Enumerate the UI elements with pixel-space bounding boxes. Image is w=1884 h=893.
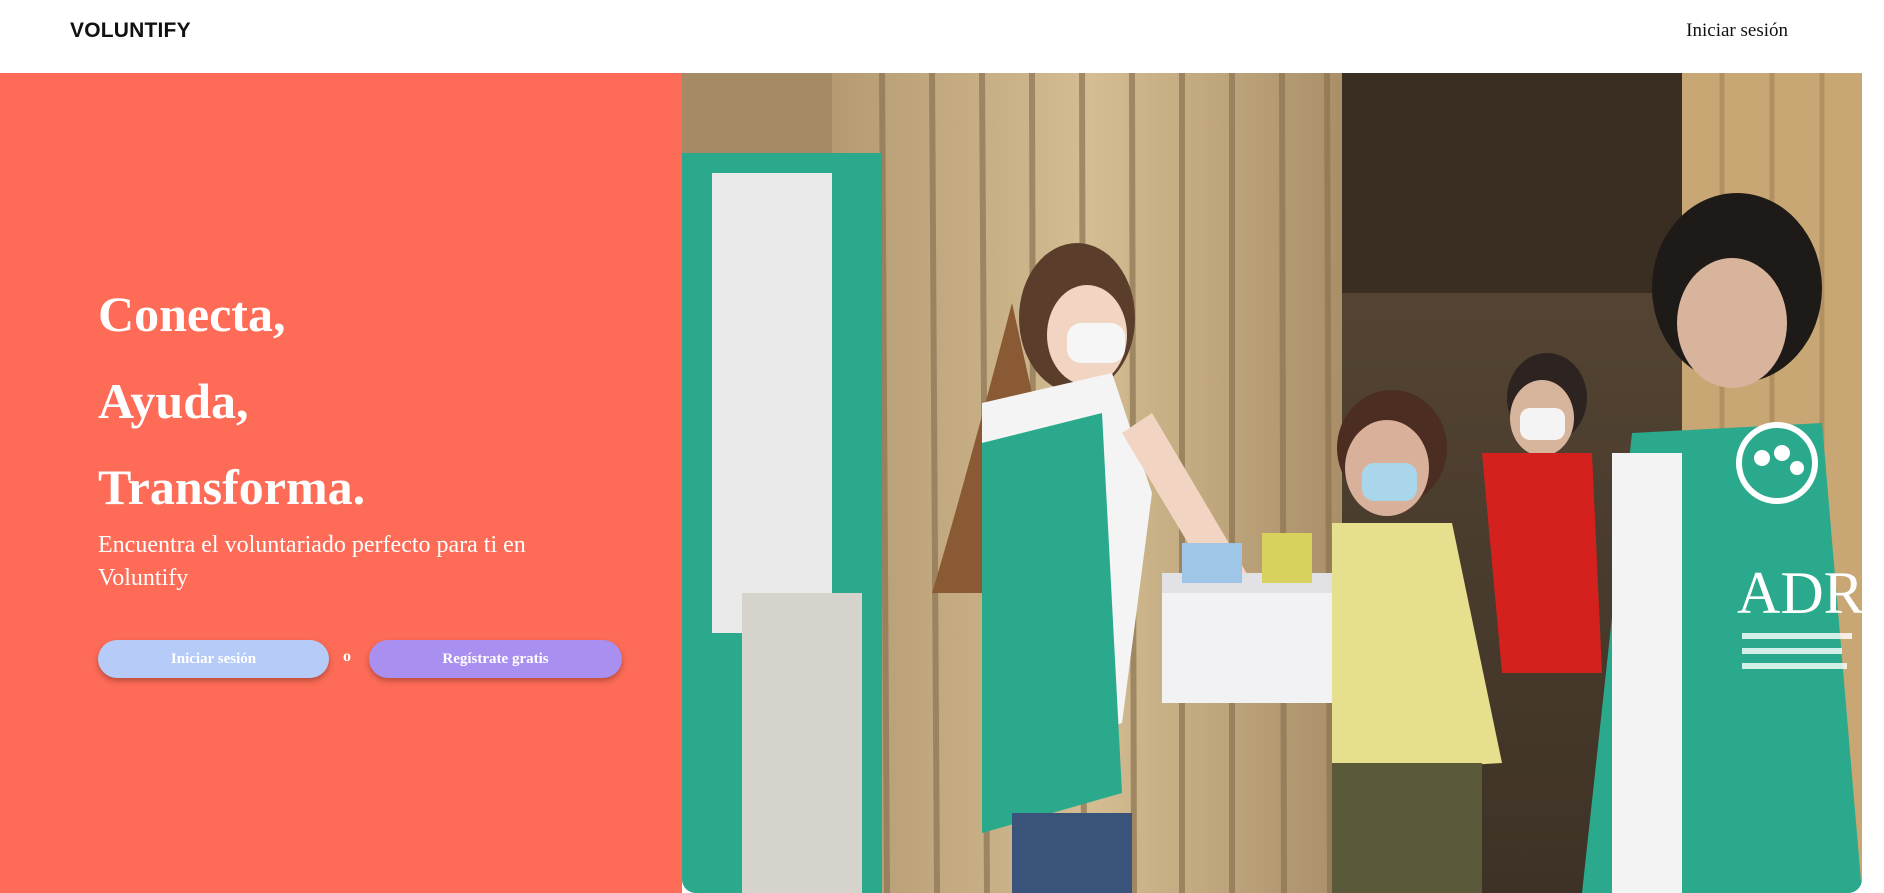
hero-headline-line-1: Conecta, [98,286,286,342]
brand-logo[interactable]: VOLUNTIFY [70,19,191,43]
volunteers-photo-illustration: ADRA [682,73,1862,893]
hero-section: Conecta, Ayuda, Transforma. Encuentra el… [0,73,1884,893]
hero-volunteers-photo: ADRA [682,73,1862,893]
hero-subtitle: Encuentra el voluntariado perfecto para … [98,532,526,591]
register-button[interactable]: Regístrate gratis [369,640,622,678]
login-button[interactable]: Iniciar sesión [98,640,329,678]
hero-headline-line-2: Ayuda, [98,373,249,429]
or-separator: o [343,648,351,665]
hero-headline-line-3: Transforma. [98,459,366,515]
top-navbar: VOLUNTIFY Iniciar sesión [0,0,1884,73]
header-login-link[interactable]: Iniciar sesión [1686,20,1788,42]
hero-text-panel: Conecta, Ayuda, Transforma. Encuentra el… [0,73,682,893]
vest-logo-text: ADRA [1737,560,1862,626]
